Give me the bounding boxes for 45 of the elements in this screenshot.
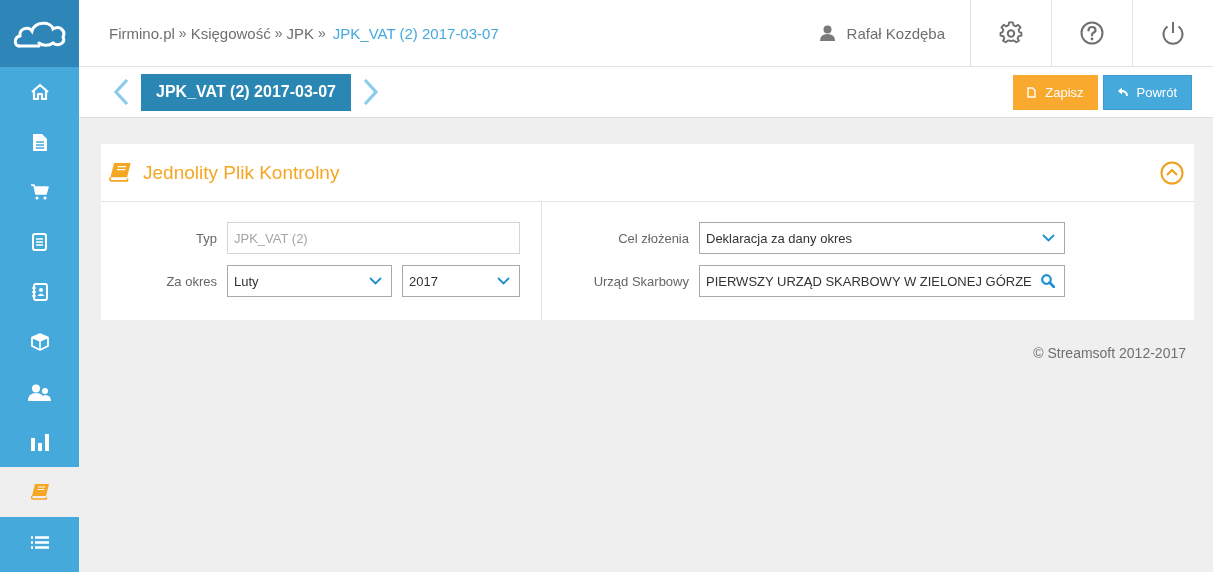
dropdown-field[interactable]: Deklaracja za dany okres	[699, 222, 1065, 254]
field-label: Typ	[195, 230, 218, 246]
collapse-icon[interactable]	[1160, 160, 1184, 185]
breadcrumb-current: JPK_VAT (2) 2017-03-07	[332, 24, 499, 42]
breadcrumb-link[interactable]: Księgowość	[190, 24, 271, 42]
help-icon	[1080, 21, 1104, 45]
book-icon	[30, 484, 49, 500]
users-icon	[28, 383, 51, 401]
text-field: JPK_VAT (2)	[227, 222, 520, 254]
user-icon	[819, 25, 835, 41]
chevron-down-icon	[1042, 234, 1055, 242]
file-icon	[1027, 86, 1037, 98]
breadcrumb-link[interactable]: JPK	[286, 24, 314, 42]
breadcrumb-link[interactable]: Firmino.pl	[109, 24, 175, 42]
settings-icon	[999, 21, 1023, 45]
search-icon	[1041, 274, 1055, 288]
document-title: JPK_VAT (2) 2017-03-07	[141, 73, 351, 111]
panel-title: Jednolity Plik Kontrolny	[143, 161, 340, 184]
field-label: Cel złożenia	[617, 230, 690, 246]
search-field[interactable]: PIERWSZY URZĄD SKARBOWY W ZIELONEJ GÓRZE	[699, 265, 1065, 297]
user-name: Rafał Kozdęba	[846, 24, 945, 42]
power-icon	[1161, 20, 1185, 46]
address-book-icon	[31, 283, 48, 301]
copyright-text: © Streamsoft 2012-2017	[1033, 345, 1186, 361]
logo-tile[interactable]	[0, 0, 79, 67]
chevron-down-icon	[369, 277, 382, 285]
field-label: Urząd Skarbowy	[592, 273, 690, 289]
clipboard-icon	[32, 233, 47, 251]
dropdown-field[interactable]: Luty	[227, 265, 392, 297]
field-label: Za okres	[165, 273, 218, 289]
breadcrumb-separator: »	[178, 25, 187, 41]
home-icon	[29, 83, 50, 101]
bar-chart-icon	[30, 433, 49, 451]
box-icon	[30, 333, 49, 351]
book-icon	[109, 163, 131, 182]
breadcrumb-separator: »	[274, 25, 283, 41]
chevron-down-icon	[497, 277, 510, 285]
document-icon	[32, 133, 47, 151]
breadcrumb-separator: »	[318, 25, 326, 41]
reply-arrow-icon	[1117, 87, 1128, 97]
user-menu[interactable]: Rafał Kozdęba	[819, 0, 970, 66]
cart-icon	[30, 184, 49, 200]
dropdown-field[interactable]: 2017	[402, 265, 520, 297]
list-icon	[30, 535, 49, 549]
sidebar-item[interactable]	[0, 467, 79, 517]
